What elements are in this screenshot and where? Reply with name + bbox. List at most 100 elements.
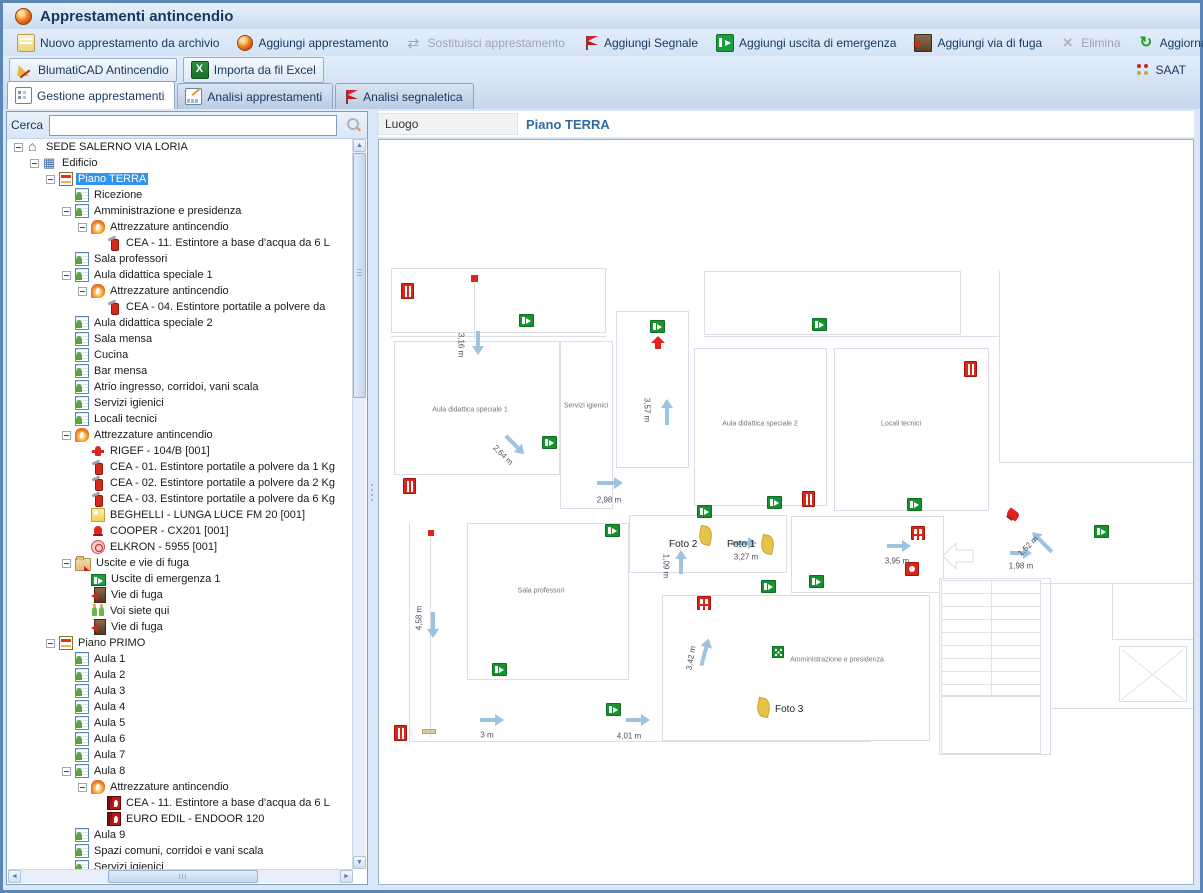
tree-vertical-scrollbar[interactable]: ▲ ▼ — [352, 139, 366, 869]
tree-item-aula-3[interactable]: Aula 3 — [8, 683, 353, 699]
emergency-exit-sign-icon[interactable] — [907, 498, 922, 511]
hydrant-sign-icon[interactable] — [697, 596, 711, 610]
expander-minus-icon[interactable] — [30, 159, 39, 168]
tree-item-aula-didattica-speciale-2[interactable]: Aula didattica speciale 2 — [8, 315, 353, 331]
tree-item-sede-salerno-via-loria[interactable]: SEDE SALERNO VIA LORIA — [8, 139, 353, 155]
tree-item-uscite-e-vie-di-fuga[interactable]: Uscite e vie di fuga — [8, 555, 353, 571]
tree-item-aula-didattica-speciale-1[interactable]: Aula didattica speciale 1 — [8, 267, 353, 283]
nuovo-apprestamento-da-archivio-button[interactable]: Nuovo apprestamento da archivio — [9, 30, 227, 56]
importa-da-fil-excel-button[interactable]: Importa da fil Excel — [183, 57, 324, 83]
aggiorna-button[interactable]: Aggiorna — [1131, 31, 1203, 55]
tree-item-aula-4[interactable]: Aula 4 — [8, 699, 353, 715]
tree-item-aula-7[interactable]: Aula 7 — [8, 747, 353, 763]
emergency-exit-sign-icon[interactable] — [761, 580, 776, 593]
tab-gestione-apprestamenti[interactable]: Gestione apprestamenti — [7, 81, 175, 109]
tree-item-beghelli-lunga-luce-fm-20-001[interactable]: BEGHELLI - LUNGA LUCE FM 20 [001] — [8, 507, 353, 523]
tree-item-cooper-cx201-001[interactable]: COOPER - CX201 [001] — [8, 523, 353, 539]
green-sign-icon[interactable] — [772, 646, 784, 658]
signal-flag-icon[interactable] — [1005, 508, 1021, 524]
tree-item-sala-mensa[interactable]: Sala mensa — [8, 331, 353, 347]
emergency-exit-sign-icon[interactable] — [519, 314, 534, 327]
emergency-exit-sign-icon[interactable] — [650, 320, 665, 333]
tree-item-aula-2[interactable]: Aula 2 — [8, 667, 353, 683]
emergency-exit-sign-icon[interactable] — [542, 436, 557, 449]
tree-item-cea-01-estintore-portatile-a-polvere-da-1-kg[interactable]: CEA - 01. Estintore portatile a polvere … — [8, 459, 353, 475]
extinguisher-sign-icon[interactable] — [802, 491, 815, 507]
tree-item-servizi-igienici[interactable]: Servizi igienici — [8, 859, 353, 869]
emergency-exit-sign-icon[interactable] — [606, 703, 621, 716]
emergency-exit-sign-icon[interactable] — [767, 496, 782, 509]
expander-minus-icon[interactable] — [14, 143, 23, 152]
extinguisher-sign-icon[interactable] — [964, 361, 977, 377]
aggiungi-uscita-di-emergenza-button[interactable]: Aggiungi uscita di emergenza — [708, 30, 904, 56]
emergency-exit-sign-icon[interactable] — [809, 575, 824, 588]
red-up-arrow-icon[interactable] — [651, 336, 665, 349]
hydrant-sign-icon[interactable] — [911, 526, 925, 540]
expander-minus-icon[interactable] — [78, 287, 87, 296]
tree-item-vie-di-fuga[interactable]: Vie di fuga — [8, 619, 353, 635]
tree-item-cea-04-estintore-portatile-a-polvere-da[interactable]: CEA - 04. Estintore portatile a polvere … — [8, 299, 353, 315]
emergency-exit-sign-icon[interactable] — [812, 318, 827, 331]
expander-minus-icon[interactable] — [78, 783, 87, 792]
tree-item-cea-11-estintore-a-base-d-acqua-da-6-l[interactable]: CEA - 11. Estintore a base d'acqua da 6 … — [8, 235, 353, 251]
expander-minus-icon[interactable] — [46, 639, 55, 648]
tree-item-sala-professori[interactable]: Sala professori — [8, 251, 353, 267]
expander-minus-icon[interactable] — [62, 271, 71, 280]
tab-analisi-segnaletica[interactable]: Analisi segnaletica — [335, 83, 473, 109]
tree-item-cucina[interactable]: Cucina — [8, 347, 353, 363]
vertical-scroll-thumb[interactable] — [353, 153, 366, 398]
tree-item-attrezzature-antincendio[interactable]: Attrezzature antincendio — [8, 427, 353, 443]
search-icon[interactable] — [343, 115, 363, 135]
aggiungi-apprestamento-button[interactable]: Aggiungi apprestamento — [229, 31, 396, 55]
tree-item-cea-02-estintore-portatile-a-polvere-da-2-kg[interactable]: CEA - 02. Estintore portatile a polvere … — [8, 475, 353, 491]
search-input[interactable] — [49, 115, 337, 136]
tree-item-euro-edil-endoor-120[interactable]: EURO EDIL - ENDOOR 120 — [8, 811, 353, 827]
saat-button[interactable]: SAAT — [1127, 58, 1194, 82]
extinguisher-sign-icon[interactable] — [394, 725, 407, 741]
tree-item-locali-tecnici[interactable]: Locali tecnici — [8, 411, 353, 427]
tree-item-attrezzature-antincendio[interactable]: Attrezzature antincendio — [8, 283, 353, 299]
tree-item-bar-mensa[interactable]: Bar mensa — [8, 363, 353, 379]
expander-minus-icon[interactable] — [62, 767, 71, 776]
tree-item-piano-terra[interactable]: Piano TERRA — [8, 171, 353, 187]
scroll-up-arrow[interactable]: ▲ — [353, 139, 366, 152]
tab-analisi-apprestamenti[interactable]: Analisi apprestamenti — [177, 83, 333, 109]
expander-minus-icon[interactable] — [62, 559, 71, 568]
tree-item-aula-9[interactable]: Aula 9 — [8, 827, 353, 843]
tree-item-servizi-igienici[interactable]: Servizi igienici — [8, 395, 353, 411]
tree-item-vie-di-fuga[interactable]: Vie di fuga — [8, 587, 353, 603]
floor-plan-area[interactable]: Aula didattica speciale 1Servizi igienic… — [378, 139, 1194, 885]
extinguisher-sign-icon[interactable] — [403, 478, 416, 494]
expander-minus-icon[interactable] — [62, 431, 71, 440]
emergency-exit-sign-icon[interactable] — [697, 505, 712, 518]
tree-item-atrio-ingresso-corridoi-vani-scala[interactable]: Atrio ingresso, corridoi, vani scala — [8, 379, 353, 395]
tree-item-ricezione[interactable]: Ricezione — [8, 187, 353, 203]
expander-minus-icon[interactable] — [62, 207, 71, 216]
emergency-exit-sign-icon[interactable] — [492, 663, 507, 676]
tree-item-elkron-5955-001[interactable]: ELKRON - 5955 [001] — [8, 539, 353, 555]
tree-item-attrezzature-antincendio[interactable]: Attrezzature antincendio — [8, 779, 353, 795]
extinguisher-sign-icon[interactable] — [401, 283, 414, 299]
blumaticad-antincendio-button[interactable]: BlumatiCAD Antincendio — [9, 58, 177, 82]
tree-item-aula-6[interactable]: Aula 6 — [8, 731, 353, 747]
tree-item-edificio[interactable]: Edificio — [8, 155, 353, 171]
tree-item-aula-1[interactable]: Aula 1 — [8, 651, 353, 667]
tree-item-voi-siete-qui[interactable]: Voi siete qui — [8, 603, 353, 619]
tree-item-spazi-comuni-corridoi-e-vani-scala[interactable]: Spazi comuni, corridoi e vani scala — [8, 843, 353, 859]
panel-splitter[interactable] — [368, 109, 375, 887]
emergency-exit-sign-icon[interactable] — [1094, 525, 1109, 538]
tree-item-cea-03-estintore-portatile-a-polvere-da-6-kg[interactable]: CEA - 03. Estintore portatile a polvere … — [8, 491, 353, 507]
tree-item-piano-primo[interactable]: Piano PRIMO — [8, 635, 353, 651]
aggiungi-segnale-button[interactable]: Aggiungi Segnale — [575, 31, 706, 55]
aggiungi-via-di-fuga-button[interactable]: Aggiungi via di fuga — [906, 30, 1050, 56]
expander-minus-icon[interactable] — [46, 175, 55, 184]
scroll-left-arrow[interactable]: ◄ — [8, 870, 21, 883]
tree-item-uscite-di-emergenza-1[interactable]: Uscite di emergenza 1 — [8, 571, 353, 587]
horizontal-scroll-thumb[interactable] — [108, 870, 258, 883]
expander-minus-icon[interactable] — [78, 223, 87, 232]
tree-horizontal-scrollbar[interactable]: ◄ ► — [8, 869, 353, 883]
tree-item-aula-5[interactable]: Aula 5 — [8, 715, 353, 731]
tree-item-cea-11-estintore-a-base-d-acqua-da-6-l[interactable]: CEA - 11. Estintore a base d'acqua da 6 … — [8, 795, 353, 811]
scroll-right-arrow[interactable]: ► — [340, 870, 353, 883]
tree-item-aula-8[interactable]: Aula 8 — [8, 763, 353, 779]
